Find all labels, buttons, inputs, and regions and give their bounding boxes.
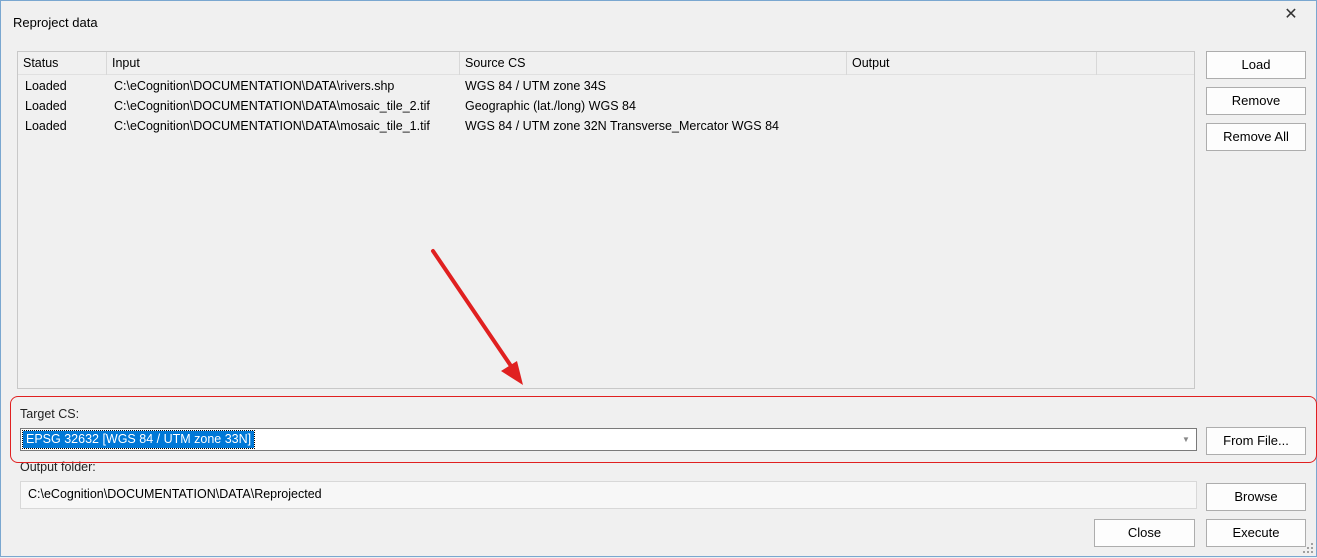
cell-status: Loaded [25,119,67,133]
output-folder-value: C:\eCognition\DOCUMENTATION\DATA\Reproje… [28,487,322,501]
column-header-output[interactable]: Output [847,52,1097,75]
browse-button[interactable]: Browse [1206,483,1306,511]
target-cs-value: EPSG 32632 [WGS 84 / UTM zone 33N] [21,430,256,449]
cell-status: Loaded [25,79,67,93]
list-header: Status Input Source CS Output [18,52,1194,75]
cell-output [847,116,854,136]
output-folder-field[interactable]: C:\eCognition\DOCUMENTATION\DATA\Reproje… [20,481,1197,509]
table-row[interactable]: Loaded C:\eCognition\DOCUMENTATION\DATA\… [18,116,1194,136]
remove-all-button[interactable]: Remove All [1206,123,1306,151]
cell-input: C:\eCognition\DOCUMENTATION\DATA\mosaic_… [114,99,430,113]
cell-source-cs: WGS 84 / UTM zone 32N Transverse_Mercato… [465,119,779,133]
cell-source-cs: Geographic (lat./long) WGS 84 [465,99,636,113]
close-icon[interactable]: ✕ [1281,5,1301,25]
target-cs-select[interactable]: EPSG 32632 [WGS 84 / UTM zone 33N] ▼ [20,428,1197,451]
cell-input: C:\eCognition\DOCUMENTATION\DATA\rivers.… [114,79,395,93]
target-cs-label: Target CS: [20,407,80,421]
chevron-down-icon[interactable]: ▼ [1176,429,1196,450]
remove-button[interactable]: Remove [1206,87,1306,115]
cell-input: C:\eCognition\DOCUMENTATION\DATA\mosaic_… [114,119,430,133]
column-header-input[interactable]: Input [107,52,460,75]
load-button[interactable]: Load [1206,51,1306,79]
resize-grip-icon[interactable] [1302,542,1314,554]
dialog-title: Reproject data [13,15,98,30]
column-header-status[interactable]: Status [18,52,107,75]
cell-output [847,96,854,116]
cell-output [847,76,854,96]
table-row[interactable]: Loaded C:\eCognition\DOCUMENTATION\DATA\… [18,76,1194,96]
output-folder-label: Output folder: [20,460,96,474]
layers-list[interactable]: Status Input Source CS Output Loaded C:\… [17,51,1195,389]
reproject-dialog: Reproject data ✕ Status Input Source CS … [0,0,1317,557]
execute-button[interactable]: Execute [1206,519,1306,547]
from-file-button[interactable]: From File... [1206,427,1306,455]
table-row[interactable]: Loaded C:\eCognition\DOCUMENTATION\DATA\… [18,96,1194,116]
column-header-source-cs[interactable]: Source CS [460,52,847,75]
cell-source-cs: WGS 84 / UTM zone 34S [465,79,607,93]
close-button[interactable]: Close [1094,519,1195,547]
cell-status: Loaded [25,99,67,113]
